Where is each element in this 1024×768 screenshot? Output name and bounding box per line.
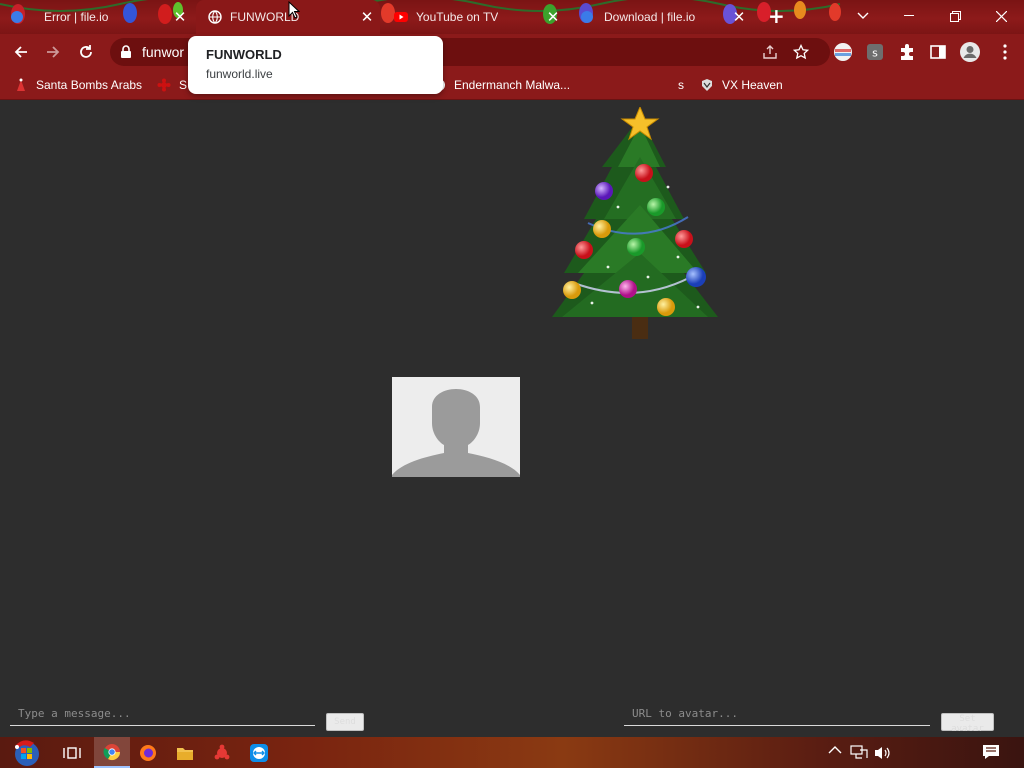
address-text[interactable]: funwor — [142, 44, 184, 60]
close-window-button[interactable] — [978, 0, 1024, 32]
vx-icon — [702, 79, 712, 91]
bookmarks-bar: Santa Bombs Arabs S Endermanch Malwa... … — [0, 70, 1024, 100]
hover-card-url: funworld.live — [206, 67, 273, 81]
santa-icon — [17, 78, 25, 91]
taskbar-chrome[interactable] — [94, 737, 130, 768]
fileio-icon — [11, 11, 23, 23]
tab-title: YouTube on TV — [416, 10, 499, 24]
volume-icon[interactable] — [874, 745, 892, 765]
tab-error-fileio[interactable]: Error | file.io — [10, 0, 186, 34]
tab-title: Download | file.io — [604, 10, 696, 24]
default-avatar-silhouette — [392, 377, 520, 477]
bookmark-label: VX Heaven — [722, 78, 783, 92]
forward-arrow-icon[interactable] — [41, 40, 65, 64]
hover-card-title: FUNWORLD — [206, 47, 282, 62]
taskbar-app[interactable] — [204, 737, 240, 768]
tab-search-chevron-icon[interactable] — [840, 0, 886, 32]
back-arrow-icon[interactable] — [9, 40, 33, 64]
taskbar-file-explorer[interactable] — [167, 737, 203, 768]
youtube-icon — [394, 12, 408, 22]
bookmark-endermanch[interactable]: Endermanch Malwa... — [432, 76, 570, 94]
tab-youtube[interactable]: YouTube on TV — [394, 0, 554, 34]
globe-icon — [208, 10, 222, 24]
browser-toolbar: funwor s — [0, 34, 1024, 70]
bookmark-santa-bombs[interactable]: Santa Bombs Arabs — [14, 76, 142, 94]
tab-hover-card: FUNWORLD funworld.live — [188, 36, 443, 94]
lock-icon[interactable] — [120, 45, 132, 59]
taskbar-teamviewer[interactable] — [241, 737, 277, 768]
restore-button[interactable] — [932, 0, 978, 32]
kebab-menu-icon[interactable] — [995, 42, 1015, 62]
tab-close-button[interactable]: ✕ — [731, 9, 747, 25]
minimize-button[interactable] — [886, 0, 932, 32]
start-orb-button[interactable] — [8, 737, 46, 768]
new-tab-button[interactable]: + — [768, 6, 785, 26]
set-avatar-button[interactable]: Set avatar — [941, 713, 994, 734]
notification-center-icon[interactable] — [982, 744, 1000, 764]
message-input[interactable] — [10, 702, 315, 726]
avatar-placeholder — [392, 377, 520, 477]
tab-strip: Error | file.io ✕ FUNWORLD ✕ YouTube on … — [0, 0, 1024, 34]
folder-icon — [177, 747, 193, 760]
avatar-url-input[interactable] — [624, 702, 930, 726]
send-button[interactable]: Send — [326, 713, 364, 731]
bookmark-s-folder[interactable]: s — [678, 76, 684, 94]
bookmark-label: Endermanch Malwa... — [454, 78, 571, 92]
task-view-button[interactable] — [54, 737, 90, 768]
side-panel-icon[interactable] — [928, 42, 948, 62]
teamviewer-icon — [250, 743, 268, 762]
task-view-icon — [63, 746, 81, 759]
windows-start-icon — [15, 739, 39, 766]
bookmark-label: Santa Bombs Arabs — [36, 78, 143, 92]
share-icon[interactable] — [762, 44, 778, 60]
network-icon[interactable] — [850, 745, 868, 765]
svg-text:s: s — [872, 47, 878, 60]
red-app-icon — [214, 744, 230, 759]
screen: Error | file.io ✕ FUNWORLD ✕ YouTube on … — [0, 0, 1024, 768]
bookmark-label: s — [678, 78, 684, 92]
tray-overflow-chevron-icon[interactable] — [828, 744, 842, 759]
bookmark-star-icon[interactable] — [793, 44, 809, 60]
page-content — [0, 101, 1024, 737]
chrome-icon — [103, 743, 121, 760]
tab-download-fileio[interactable]: Download | file.io — [580, 0, 740, 34]
bookmark-vx-heaven[interactable]: VX Heaven — [700, 76, 783, 94]
mouse-cursor-icon — [288, 1, 300, 19]
profile-avatar-icon[interactable] — [959, 41, 981, 63]
bookmark-s[interactable]: S — [157, 76, 187, 94]
windows-taskbar — [0, 737, 1024, 768]
firefox-icon — [140, 744, 156, 761]
tab-close-button[interactable]: ✕ — [172, 9, 188, 25]
tab-close-button[interactable]: ✕ — [359, 9, 375, 25]
extension-s-icon[interactable]: s — [865, 42, 885, 62]
red-flower-icon — [157, 78, 171, 92]
extension-profile-icon[interactable] — [833, 42, 853, 62]
bookmark-label: S — [179, 78, 188, 92]
fileio-icon — [581, 11, 593, 23]
christmas-tree-image — [552, 107, 718, 339]
tab-title: Error | file.io — [44, 10, 109, 24]
extensions-puzzle-icon[interactable] — [897, 42, 917, 62]
taskbar-firefox[interactable] — [130, 737, 166, 768]
reload-icon[interactable] — [74, 40, 98, 64]
tab-close-button[interactable]: ✕ — [545, 9, 561, 25]
